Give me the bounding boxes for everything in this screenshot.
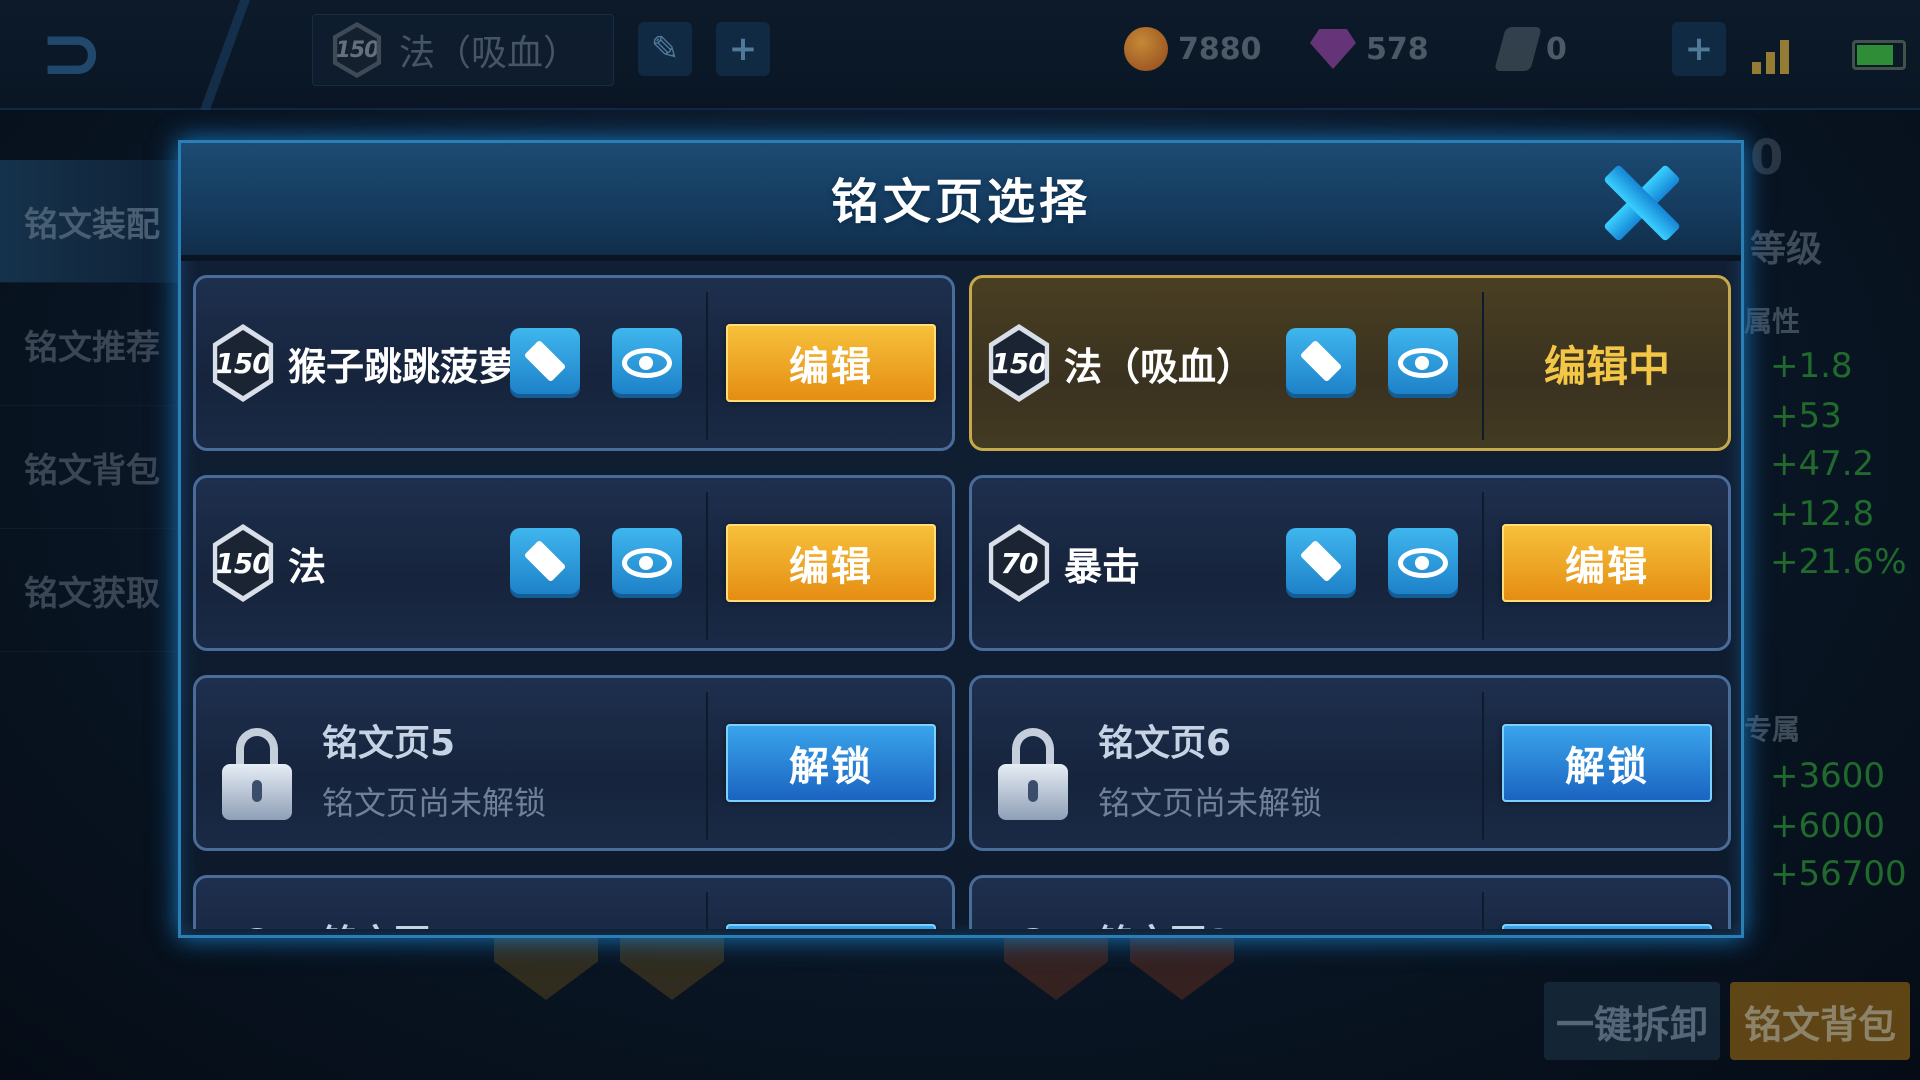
exclusive-stat-value: +56700 xyxy=(1770,854,1907,894)
edit-button[interactable]: 编辑 xyxy=(1502,524,1712,602)
ticket-icon xyxy=(1494,27,1542,71)
card-divider xyxy=(1482,692,1484,840)
page-name: 铭文页6 xyxy=(1098,723,1232,764)
stat-value: +12.8 xyxy=(1770,494,1875,534)
level-label: 等级 xyxy=(1750,229,1823,270)
card-divider xyxy=(1482,892,1484,929)
page-card-locked: 铭文页5 铭文页尚未解锁 解锁 xyxy=(193,675,955,851)
signal-icon xyxy=(1752,38,1802,74)
divider-slash xyxy=(190,0,260,110)
page-card-locked[interactable]: 铭文页8 xyxy=(969,875,1731,929)
eye-icon[interactable] xyxy=(1388,328,1458,398)
stat-value: +1.8 xyxy=(1770,346,1853,386)
page-grid: 150 猴子跳跳菠萝 编辑 150 法（吸血） 编辑中 150 法 编辑 70 … xyxy=(193,275,1731,929)
recharge-plus-icon[interactable]: + xyxy=(1672,22,1726,76)
ticket-counter: 0 xyxy=(1494,24,1567,74)
card-divider xyxy=(706,492,708,640)
lock-icon xyxy=(222,728,292,824)
ticket-value: 0 xyxy=(1546,31,1567,67)
diamond-value: 578 xyxy=(1366,31,1429,67)
lock-icon xyxy=(998,728,1068,824)
lock-icon xyxy=(222,928,292,929)
inscription-page-select-modal: 铭文页选择 150 猴子跳跳菠萝 编辑 150 法（吸血） 编辑中 150 法 xyxy=(178,140,1744,938)
page-name: 铭文页8 xyxy=(1098,914,1231,929)
level-hex-icon: 150 xyxy=(212,524,274,602)
page-card: 150 法 编辑 xyxy=(193,475,955,651)
exclusive-stat-value: +3600 xyxy=(1770,756,1886,796)
gold-counter: 7880 xyxy=(1124,24,1262,74)
back-arrow-icon[interactable]: ⊃ xyxy=(40,15,160,91)
nav-item-inscription-recommend[interactable]: 铭文推荐 xyxy=(0,283,180,406)
pencil-icon[interactable] xyxy=(510,528,580,598)
lock-icon xyxy=(998,928,1068,929)
card-divider xyxy=(706,892,708,929)
card-divider xyxy=(706,292,708,440)
nav-item-inscription-equip[interactable]: 铭文装配 xyxy=(0,160,180,283)
level-hex-icon: 150 xyxy=(212,324,274,402)
page-card-current: 150 法（吸血） 编辑中 xyxy=(969,275,1731,451)
unlock-button[interactable] xyxy=(726,924,936,929)
eye-icon[interactable] xyxy=(1388,528,1458,598)
level-hex-icon: 150 xyxy=(988,324,1050,402)
diamond-counter: 578 xyxy=(1310,24,1429,74)
current-inscription-page-chip[interactable]: 150 法（吸血） xyxy=(312,14,614,86)
unload-all-button[interactable]: 一键拆卸 xyxy=(1544,982,1720,1060)
card-divider xyxy=(706,692,708,840)
nav-item-inscription-obtain[interactable]: 铭文获取 xyxy=(0,529,180,652)
battery-icon xyxy=(1852,40,1906,70)
page-name: 暴击 xyxy=(1064,545,1141,589)
stat-value: +53 xyxy=(1770,396,1842,436)
eye-icon[interactable] xyxy=(612,328,682,398)
page-name: 猴子跳跳菠萝 xyxy=(288,345,517,389)
rename-pencil-icon[interactable]: ✎ xyxy=(638,22,692,76)
gold-coin-icon xyxy=(1124,27,1168,71)
gold-value: 7880 xyxy=(1178,31,1262,67)
modal-title: 铭文页选择 xyxy=(830,174,1091,230)
add-page-plus-icon[interactable]: + xyxy=(716,22,770,76)
unlock-button[interactable]: 解锁 xyxy=(1502,724,1712,802)
stat-value: +47.2 xyxy=(1770,444,1875,484)
level-hex-icon: 150 xyxy=(332,22,382,78)
page-name: 铭文页7 xyxy=(322,914,455,929)
card-divider xyxy=(1482,292,1484,440)
editing-status: 编辑中 xyxy=(1543,341,1670,391)
pencil-icon[interactable] xyxy=(510,328,580,398)
right-stats-panel: 0 等级 属性 +1.8 +53 +47.2 +12.8 +21.6% 专属 +… xyxy=(1730,110,1920,990)
left-nav: 铭文装配 铭文推荐 铭文背包 铭文获取 xyxy=(0,160,180,652)
page-card: 150 猴子跳跳菠萝 编辑 xyxy=(193,275,955,451)
unlock-button[interactable] xyxy=(1502,924,1712,929)
page-card: 70 暴击 编辑 xyxy=(969,475,1731,651)
card-divider xyxy=(1482,492,1484,640)
pencil-icon[interactable] xyxy=(1286,328,1356,398)
level-badge: 0 xyxy=(1750,130,1784,186)
eye-icon[interactable] xyxy=(612,528,682,598)
page-card-locked: 铭文页6 铭文页尚未解锁 解锁 xyxy=(969,675,1731,851)
close-x-icon[interactable] xyxy=(1597,159,1685,247)
stat-value: +21.6% xyxy=(1770,542,1907,582)
current-page-name: 法（吸血） xyxy=(399,33,580,74)
page-name: 铭文页5 xyxy=(322,723,456,764)
attr-label: 属性 xyxy=(1744,305,1801,338)
diamond-icon xyxy=(1310,29,1356,69)
unlock-button[interactable]: 解锁 xyxy=(726,724,936,802)
page-name: 法 xyxy=(288,545,327,589)
exclusive-stat-value: +6000 xyxy=(1770,806,1886,846)
page-card-locked[interactable]: 铭文页7 xyxy=(193,875,955,929)
nav-item-inscription-bag[interactable]: 铭文背包 xyxy=(0,406,180,529)
edit-button[interactable]: 编辑 xyxy=(726,524,936,602)
inscription-bag-button[interactable]: 铭文背包 xyxy=(1730,982,1910,1060)
edit-button[interactable]: 编辑 xyxy=(726,324,936,402)
top-bar: ⊃ 150 法（吸血） ✎ + 7880 578 0 + xyxy=(0,0,1920,110)
locked-subtitle: 铭文页尚未解锁 xyxy=(322,784,547,822)
pencil-icon[interactable] xyxy=(1286,528,1356,598)
level-hex-icon: 70 xyxy=(988,524,1050,602)
exclusive-label: 专属 xyxy=(1744,713,1801,746)
locked-subtitle: 铭文页尚未解锁 xyxy=(1098,784,1323,822)
page-name: 法（吸血） xyxy=(1064,345,1255,389)
